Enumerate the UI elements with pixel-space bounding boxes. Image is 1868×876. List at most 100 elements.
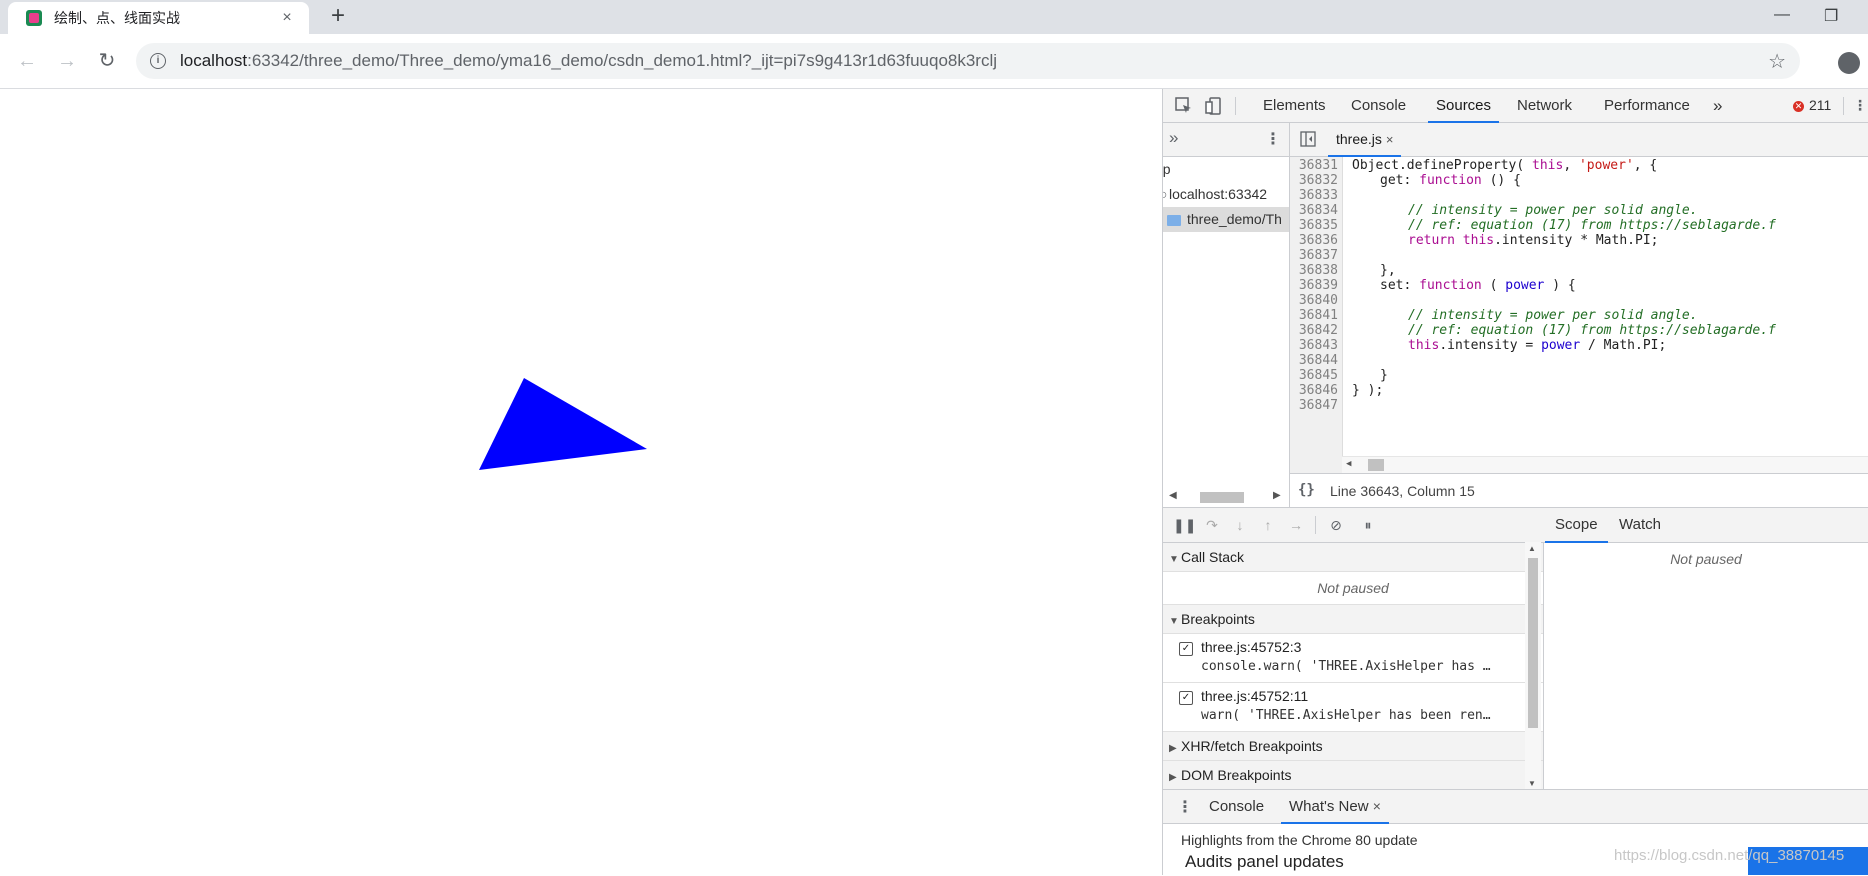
more-tabs-icon[interactable]: »	[1713, 89, 1722, 122]
editor-statusbar: {} Line 36643, Column 15	[1290, 473, 1868, 508]
scrollbar-thumb[interactable]	[1200, 492, 1244, 503]
breakpoint-item[interactable]: ✓ three.js:45752:3 console.warn( 'THREE.…	[1163, 634, 1543, 683]
collapse-arrow-icon: ▶	[1169, 772, 1177, 783]
address-bar[interactable]: i localhost:63342/three_demo/Three_demo/…	[136, 43, 1800, 79]
section-label: Breakpoints	[1181, 611, 1255, 627]
reload-icon[interactable]: ↻	[94, 48, 120, 74]
site-info-icon[interactable]: i	[150, 53, 166, 69]
tab-strip: 绘制、点、线面实战 × + — ❐	[0, 0, 1868, 34]
editor-hscrollbar[interactable]: ◀	[1342, 456, 1868, 473]
step-into-icon[interactable]: ↓	[1231, 516, 1249, 534]
forward-icon[interactable]: →	[54, 48, 80, 74]
breakpoint-code: warn( 'THREE.AxisHelper has been ren…	[1201, 708, 1491, 723]
scroll-right-icon[interactable]: ▶	[1273, 490, 1281, 501]
drawer-tab-whats-new[interactable]: What's New ×	[1281, 790, 1389, 824]
deactivate-breakpoints-icon[interactable]: ⊘	[1327, 516, 1345, 534]
step-icon[interactable]: →	[1287, 516, 1305, 534]
code-text: return this.intensity * Math.PI;	[1408, 233, 1659, 248]
step-out-icon[interactable]: ↑	[1259, 516, 1277, 534]
code-area[interactable]: 36831 Object.defineProperty( this, 'power…	[1290, 157, 1868, 473]
breakpoint-item[interactable]: ✓ three.js:45752:11 warn( 'THREE.AxisHel…	[1163, 683, 1543, 732]
scroll-up-icon[interactable]: ▲	[1528, 544, 1536, 553]
drawer-tabbar: ⋮ Console What's New ×	[1163, 790, 1868, 824]
browser-tab[interactable]: 绘制、点、线面实战 ×	[8, 2, 309, 34]
error-count-badge[interactable]: ✕ 211	[1793, 89, 1831, 122]
xhr-breakpoints-header[interactable]: ▶ XHR/fetch Breakpoints	[1163, 732, 1543, 761]
scrollbar-thumb[interactable]	[1368, 459, 1384, 471]
drawer-menu-icon[interactable]: ⋮	[1177, 797, 1193, 817]
dom-breakpoints-header[interactable]: ▶ DOM Breakpoints	[1163, 761, 1543, 790]
breakpoint-checkbox[interactable]: ✓	[1179, 642, 1193, 656]
devtools-tabbar: Elements Console Sources Network Perform…	[1163, 89, 1868, 123]
call-stack-empty: Not paused	[1163, 572, 1543, 605]
tab-close-icon[interactable]: ×	[277, 9, 297, 27]
toggle-navigator-icon[interactable]	[1300, 131, 1316, 150]
drawer-tab-close-icon[interactable]: ×	[1373, 798, 1381, 814]
scrollbar-thumb[interactable]	[1528, 558, 1538, 728]
browser-toolbar: ← → ↻ i localhost:63342/three_demo/Three…	[0, 34, 1868, 89]
file-tab-label: three.js	[1336, 131, 1382, 147]
nav-item-label: localhost:63342	[1169, 186, 1268, 202]
file-tab-close-icon[interactable]: ×	[1386, 132, 1394, 147]
devtools-panel: Elements Console Sources Network Perform…	[1162, 89, 1868, 875]
nav-item-folder[interactable]: three_demo/Th	[1163, 207, 1289, 232]
breakpoints-header[interactable]: ▼ Breakpoints	[1163, 605, 1543, 634]
pause-on-exceptions-icon[interactable]: ⏸	[1359, 516, 1377, 534]
back-icon[interactable]: ←	[14, 48, 40, 74]
tab-performance[interactable]: Performance	[1604, 89, 1690, 122]
tab-elements[interactable]: Elements	[1263, 89, 1326, 122]
pause-icon[interactable]: ❚❚	[1173, 516, 1196, 534]
inspect-element-icon[interactable]	[1175, 97, 1193, 115]
navigator-header: » ⋮	[1163, 123, 1289, 157]
file-tab-three-js[interactable]: three.js ×	[1328, 123, 1402, 157]
debugger-scrollbar[interactable]: ▲ ▼	[1525, 542, 1541, 790]
tab-watch[interactable]: Watch	[1619, 508, 1661, 542]
call-stack-header[interactable]: ▼ Call Stack	[1163, 543, 1543, 572]
nav-item-host[interactable]: ○localhost:63342	[1163, 182, 1289, 207]
breakpoint-checkbox[interactable]: ✓	[1179, 691, 1193, 705]
breakpoint-location: three.js:45752:11	[1201, 688, 1309, 704]
audits-updates-title[interactable]: Audits panel updates	[1185, 852, 1344, 872]
breakpoint-location: three.js:45752:3	[1201, 639, 1302, 655]
url-host: localhost	[180, 51, 248, 70]
debugger-pane: ❚❚ ↷ ↓ ↑ → ⊘ ⏸ ▼ Call Stack Not paused ▼ B…	[1163, 507, 1544, 790]
navigator-menu-icon[interactable]: ⋮	[1265, 129, 1281, 149]
tab-scope[interactable]: Scope	[1545, 508, 1607, 543]
line-number[interactable]: 36847	[1290, 397, 1338, 415]
nav-item-label: three_demo/Th	[1187, 211, 1282, 227]
section-label: Call Stack	[1181, 549, 1245, 565]
nav-item-top[interactable]: op	[1163, 157, 1289, 182]
code-text: this.intensity = power / Math.PI;	[1408, 338, 1667, 353]
tab-sources[interactable]: Sources	[1427, 89, 1500, 123]
bookmark-star-icon[interactable]: ☆	[1768, 49, 1786, 74]
nav-item-label: op	[1163, 161, 1171, 177]
scroll-left-icon[interactable]: ◀	[1346, 459, 1351, 469]
code-text: } );	[1352, 383, 1384, 398]
scroll-down-icon[interactable]: ▼	[1528, 779, 1536, 788]
tab-console[interactable]: Console	[1351, 89, 1406, 122]
url-text[interactable]: localhost:63342/three_demo/Three_demo/ym…	[180, 51, 1768, 71]
device-toolbar-icon[interactable]	[1205, 97, 1223, 115]
pretty-print-icon[interactable]: {}	[1298, 482, 1315, 498]
drawer-tab-label: What's New	[1289, 798, 1369, 815]
scope-pane: Scope Watch Not paused	[1543, 507, 1868, 790]
devtools-menu-icon[interactable]: ⋮	[1853, 97, 1868, 115]
breakpoint-code: console.warn( 'THREE.AxisHelper has …	[1201, 659, 1491, 674]
scroll-left-icon[interactable]: ◀	[1169, 490, 1177, 501]
rendered-triangle	[479, 378, 647, 470]
code-text: get: function () {	[1380, 173, 1521, 188]
step-over-icon[interactable]: ↷	[1203, 516, 1221, 534]
expand-arrow-icon: ▼	[1169, 616, 1179, 627]
navigator-scrollbar[interactable]: ◀ ▶	[1163, 487, 1289, 507]
profile-avatar-icon[interactable]	[1838, 52, 1860, 74]
expand-arrow-icon: ▼	[1169, 554, 1179, 565]
drawer-tab-console[interactable]: Console	[1209, 790, 1264, 823]
minimize-icon[interactable]: —	[1774, 6, 1790, 24]
cursor-position: Line 36643, Column 15	[1330, 483, 1475, 499]
error-count: 211	[1809, 97, 1832, 113]
restore-icon[interactable]: ❐	[1824, 6, 1838, 26]
tab-network[interactable]: Network	[1517, 89, 1572, 122]
navigator-more-icon[interactable]: »	[1169, 128, 1178, 148]
tab-title: 绘制、点、线面实战	[54, 10, 180, 26]
new-tab-button[interactable]: +	[325, 4, 351, 30]
